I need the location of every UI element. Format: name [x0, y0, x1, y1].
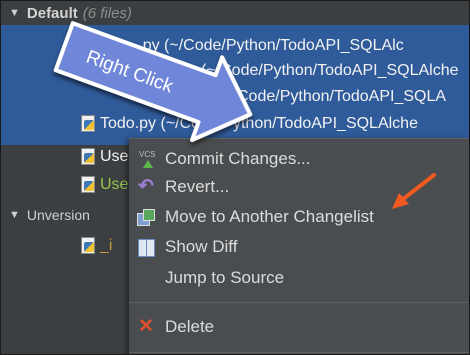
changelist-name: Unversion [26, 207, 90, 223]
file-row[interactable]: Use [81, 173, 128, 196]
python-file-icon [81, 115, 96, 132]
menu-item-label: Commit Changes... [165, 149, 311, 168]
file-label: Code/Python/TodoAPI_SQLA [237, 87, 447, 105]
menu-item-move-to-another-changelist[interactable]: Move to Another Changelist [129, 203, 469, 231]
file-row[interactable]: _i [81, 234, 112, 257]
changes-panel: ▼ Default (6 files) init__.py (~/Code/Py… [0, 0, 470, 355]
expand-triangle-icon[interactable]: ▼ [9, 209, 20, 221]
menu-item-label: Move to Another Changelist [165, 207, 374, 226]
file-label: Todo.py (~/Code/Python/TodoAPI_SQLAlche [100, 114, 418, 132]
menu-item-commit-changes[interactable]: VCS Commit Changes... [129, 145, 469, 173]
changelist-name: Default [26, 4, 78, 22]
expand-triangle-icon[interactable]: ▼ [9, 7, 20, 19]
delete-icon: ✕ [138, 316, 154, 337]
menu-item-show-diff[interactable]: Show Diff [129, 233, 469, 261]
diff-icon [135, 236, 157, 258]
context-menu: VCS Commit Changes... ↶ Revert... Move t… [129, 138, 469, 354]
python-file-icon [81, 148, 96, 165]
file-row[interactable]: (~/Code/Python/TodoAPI_SQLAlche [201, 59, 459, 82]
blank-icon [135, 267, 157, 289]
python-file-icon [81, 237, 96, 254]
file-label: init__.py (~/Code/Python/TodoAPI_SQLAlc [100, 36, 404, 54]
file-label: (~/Code/Python/TodoAPI_SQLAlche [201, 61, 459, 79]
menu-item-label: Jump to Source [165, 268, 285, 287]
menu-separator [129, 302, 469, 303]
file-label: _i [100, 236, 113, 254]
revert-icon: ↶ [138, 176, 154, 197]
menu-separator [129, 352, 469, 353]
menu-item-label: Delete [165, 317, 215, 336]
changelist-count: (6 files) [82, 4, 132, 22]
file-row[interactable]: Todo.py (~/Code/Python/TodoAPI_SQLAlche [81, 112, 418, 135]
menu-item-label: Show Diff [165, 237, 238, 256]
file-row[interactable]: Use [81, 145, 128, 168]
python-file-icon [81, 176, 96, 193]
python-file-icon [81, 37, 96, 54]
menu-item-delete[interactable]: ✕ Delete [129, 313, 469, 341]
changelist-default[interactable]: ▼ Default (6 files) [1, 1, 469, 25]
menu-item-jump-to-source[interactable]: Jump to Source [129, 264, 469, 292]
file-row[interactable]: init__.py (~/Code/Python/TodoAPI_SQLAlc [81, 34, 404, 57]
move-changelist-icon [135, 206, 157, 228]
menu-item-label: Revert... [165, 177, 230, 196]
file-row[interactable]: Code/Python/TodoAPI_SQLA [237, 85, 446, 108]
file-label: Use [100, 175, 129, 193]
commit-icon: VCS [135, 148, 157, 170]
menu-item-revert[interactable]: ↶ Revert... [129, 173, 469, 201]
file-label: Use [100, 147, 129, 165]
vcs-badge: VCS [139, 150, 156, 159]
